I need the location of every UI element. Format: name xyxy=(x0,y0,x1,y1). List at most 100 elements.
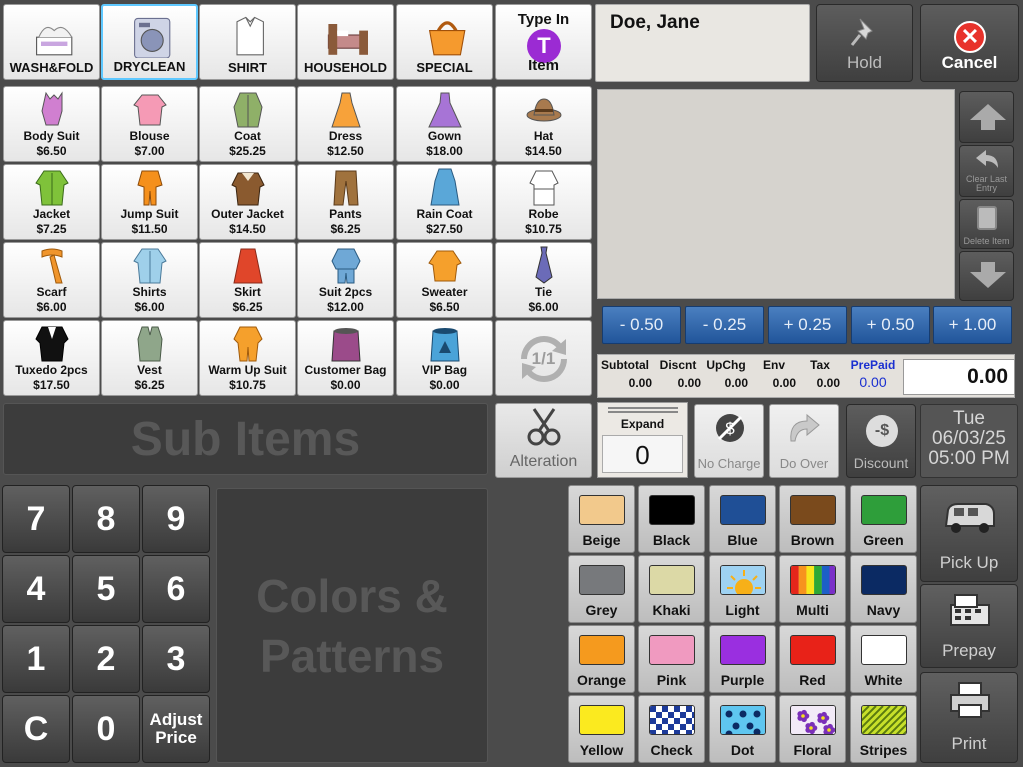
item-dress[interactable]: Dress $12.50 xyxy=(297,86,394,162)
price-adjust-button[interactable]: - 0.50 xyxy=(602,306,681,344)
color-khaki[interactable]: Khaki xyxy=(638,555,705,623)
do-over-label: Do Over xyxy=(779,456,829,471)
keypad-3[interactable]: 3 xyxy=(142,625,210,693)
robe-icon xyxy=(528,170,559,206)
keypad-1[interactable]: 1 xyxy=(2,625,70,693)
adjust-price-button[interactable]: Adjust Price xyxy=(142,695,210,763)
keypad-0[interactable]: 0 xyxy=(72,695,140,763)
color-brown[interactable]: Brown xyxy=(779,485,846,553)
delete-item-button[interactable]: Delete Item xyxy=(959,199,1014,249)
color-label: Yellow xyxy=(579,742,624,758)
item-coat[interactable]: Coat $25.25 xyxy=(199,86,296,162)
color-grey[interactable]: Grey xyxy=(568,555,635,623)
vest-icon xyxy=(136,326,163,362)
discount-button[interactable]: -$ Discount xyxy=(846,404,916,478)
category-household[interactable]: HOUSEHOLD xyxy=(297,4,394,80)
item-warm-up-suit[interactable]: Warm Up Suit $10.75 xyxy=(199,320,296,396)
item-customer-bag[interactable]: Customer Bag $0.00 xyxy=(297,320,394,396)
colors-patterns-panel: Colors & Patterns xyxy=(216,488,488,763)
item-jacket[interactable]: Jacket $7.25 xyxy=(3,164,100,240)
category-shirt[interactable]: SHIRT xyxy=(199,4,296,80)
keypad-2[interactable]: 2 xyxy=(72,625,140,693)
color-stripes[interactable]: Stripes xyxy=(850,695,917,763)
upcharge-value: 0.00 xyxy=(724,376,748,390)
keypad-7[interactable]: 7 xyxy=(2,485,70,553)
color-green[interactable]: Green xyxy=(850,485,917,553)
color-swatch xyxy=(720,495,766,525)
color-swatch xyxy=(861,495,907,525)
color-light[interactable]: Light xyxy=(709,555,776,623)
clear-last-entry-button[interactable]: Clear Last Entry xyxy=(959,145,1014,197)
color-label: Beige xyxy=(582,532,621,548)
item-outer-jacket[interactable]: Outer Jacket $14.50 xyxy=(199,164,296,240)
item-suit-2pcs[interactable]: Suit 2pcs $12.00 xyxy=(297,242,394,318)
item-tie[interactable]: Tie $6.00 xyxy=(495,242,592,318)
item-robe[interactable]: Robe $10.75 xyxy=(495,164,592,240)
color-black[interactable]: Black xyxy=(638,485,705,553)
no-charge-button[interactable]: $ No Charge xyxy=(694,404,764,478)
item-scarf[interactable]: Scarf $6.00 xyxy=(3,242,100,318)
keypad-9[interactable]: 9 xyxy=(142,485,210,553)
keypad-6[interactable]: 6 xyxy=(142,555,210,623)
pushpin-icon xyxy=(850,18,873,46)
expand-panel[interactable]: Expand 0 xyxy=(597,402,688,478)
color-blue[interactable]: Blue xyxy=(709,485,776,553)
item-price: $18.00 xyxy=(426,144,463,158)
color-purple[interactable]: Purple xyxy=(709,625,776,693)
price-adjust-button[interactable]: + 0.50 xyxy=(851,306,930,344)
item-vip-bag[interactable]: VIP Bag $0.00 xyxy=(396,320,493,396)
price-adjust-button[interactable]: + 1.00 xyxy=(933,306,1012,344)
price-adjust-button[interactable]: - 0.25 xyxy=(685,306,764,344)
color-beige[interactable]: Beige xyxy=(568,485,635,553)
scroll-down-button[interactable] xyxy=(959,251,1014,301)
do-over-button[interactable]: Do Over xyxy=(769,404,839,478)
color-multi[interactable]: Multi xyxy=(779,555,846,623)
color-orange[interactable]: Orange xyxy=(568,625,635,693)
env-value: 0.00 xyxy=(772,376,796,390)
category-special[interactable]: SPECIAL xyxy=(396,4,493,80)
color-yellow[interactable]: Yellow xyxy=(568,695,635,763)
category-dryclean[interactable]: DRYCLEAN xyxy=(101,4,198,80)
color-floral[interactable]: Floral xyxy=(779,695,846,763)
keypad-8[interactable]: 8 xyxy=(72,485,140,553)
keypad-c[interactable]: C xyxy=(2,695,70,763)
item-shirts[interactable]: Shirts $6.00 xyxy=(101,242,198,318)
alteration-button[interactable]: Alteration xyxy=(495,403,592,478)
item-body-suit[interactable]: Body Suit $6.50 xyxy=(3,86,100,162)
item-vest[interactable]: Vest $6.25 xyxy=(101,320,198,396)
item-gown[interactable]: Gown $18.00 xyxy=(396,86,493,162)
bed-icon xyxy=(327,24,368,55)
item-tuxedo-2pcs[interactable]: Tuxedo 2pcs $17.50 xyxy=(3,320,100,396)
color-navy[interactable]: Navy xyxy=(850,555,917,623)
type-in-item-button[interactable]: Type In T Item xyxy=(495,4,592,80)
item-price: $6.25 xyxy=(232,300,263,314)
hold-button[interactable]: Hold xyxy=(816,4,913,82)
color-white[interactable]: White xyxy=(850,625,917,693)
color-dot[interactable]: Dot xyxy=(709,695,776,763)
customer-panel[interactable]: Doe, Jane xyxy=(595,4,810,82)
pickup-button[interactable]: Pick Up xyxy=(920,485,1018,582)
page-toggle-button[interactable]: 1/1 xyxy=(495,320,592,396)
scroll-up-button[interactable] xyxy=(959,91,1014,143)
keypad-5[interactable]: 5 xyxy=(72,555,140,623)
order-list[interactable] xyxy=(597,89,955,299)
item-blouse[interactable]: Blouse $7.00 xyxy=(101,86,198,162)
color-pink[interactable]: Pink xyxy=(638,625,705,693)
item-sweater[interactable]: Sweater $6.50 xyxy=(396,242,493,318)
item-skirt[interactable]: Skirt $6.25 xyxy=(199,242,296,318)
redo-arrow-icon xyxy=(790,413,820,442)
prepay-button[interactable]: Prepay xyxy=(920,584,1018,668)
print-button[interactable]: Print xyxy=(920,672,1018,763)
item-rain-coat[interactable]: Rain Coat $27.50 xyxy=(396,164,493,240)
item-pants[interactable]: Pants $6.25 xyxy=(297,164,394,240)
keypad-4[interactable]: 4 xyxy=(2,555,70,623)
item-hat[interactable]: Hat $14.50 xyxy=(495,86,592,162)
cancel-button[interactable]: ✕ Cancel xyxy=(920,4,1019,82)
blouse-icon xyxy=(132,94,167,126)
color-label: Multi xyxy=(796,602,829,618)
item-jump-suit[interactable]: Jump Suit $11.50 xyxy=(101,164,198,240)
color-red[interactable]: Red xyxy=(779,625,846,693)
price-adjust-button[interactable]: + 0.25 xyxy=(768,306,847,344)
color-check[interactable]: Check xyxy=(638,695,705,763)
category-wash-fold[interactable]: WASH&FOLD xyxy=(3,4,100,80)
